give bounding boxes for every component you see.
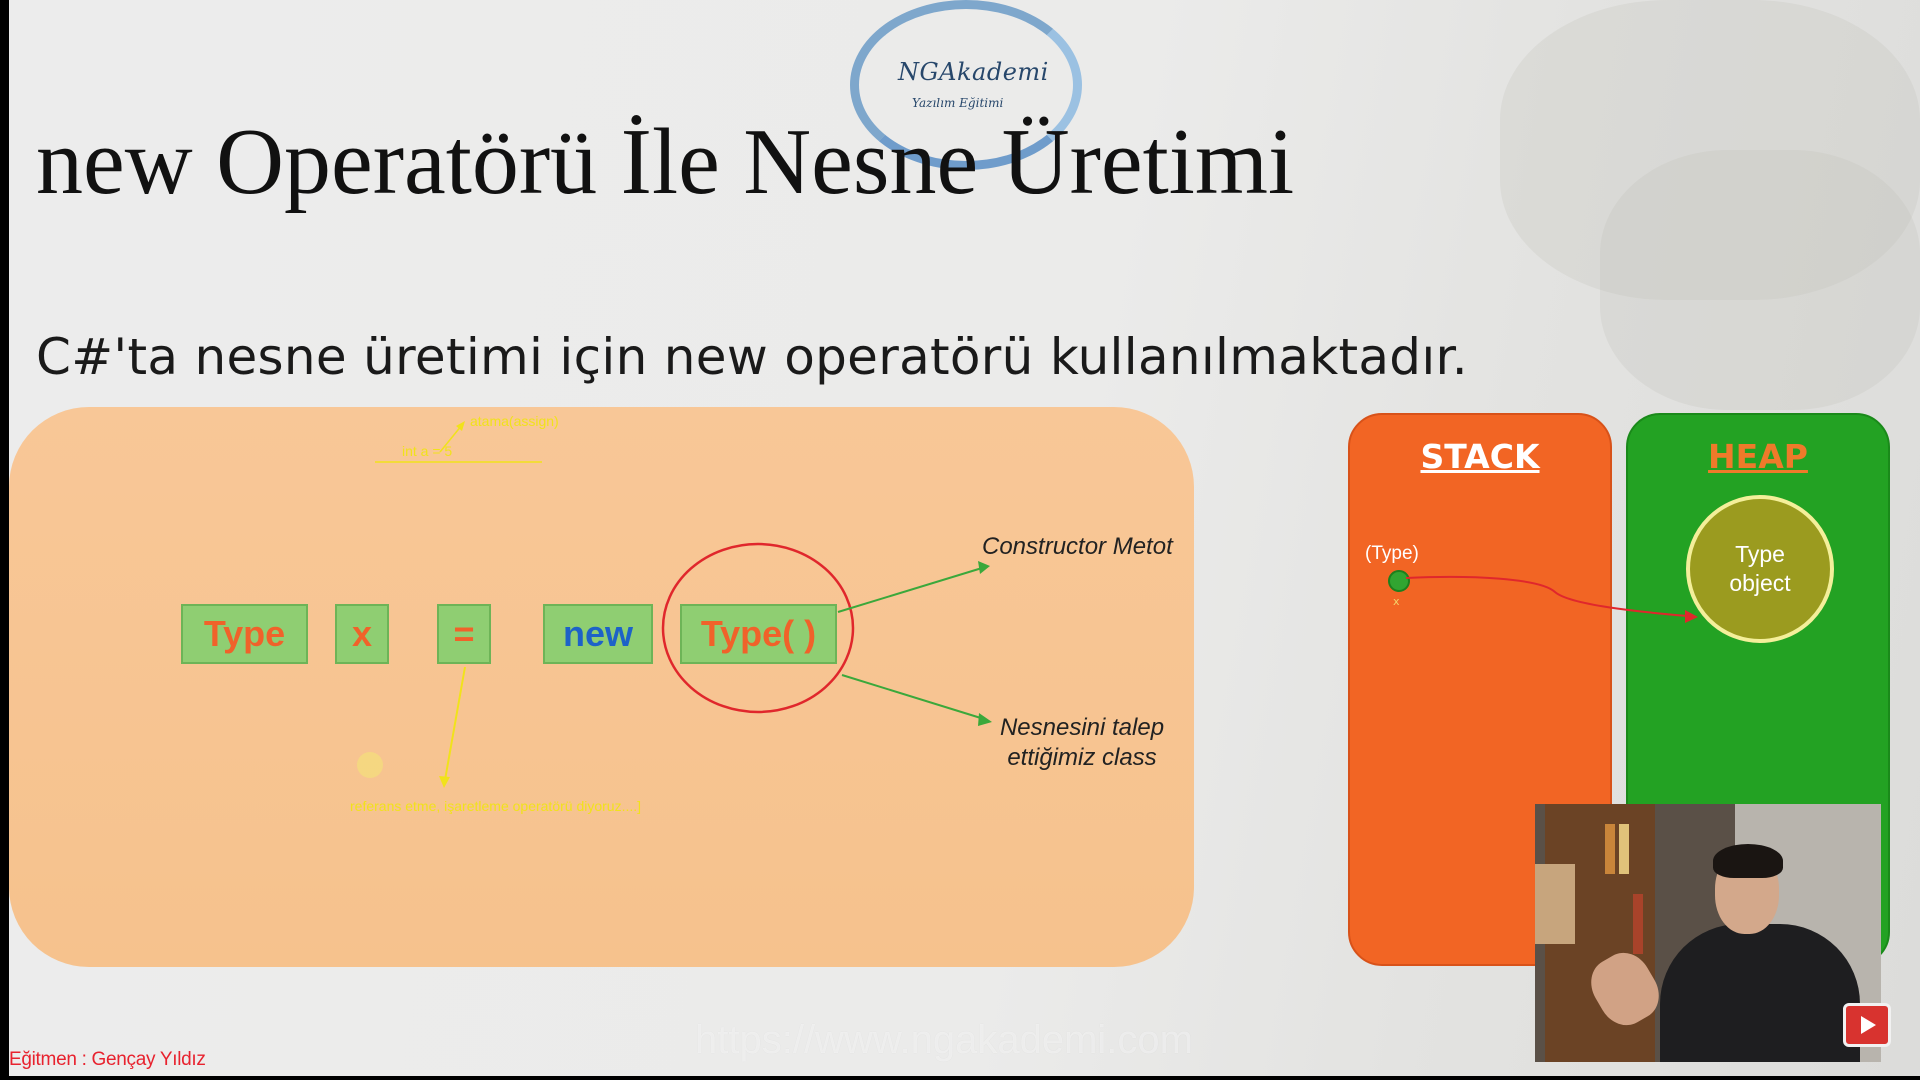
corkboard [1535,864,1575,944]
reference-arrowhead [1685,610,1698,623]
youtube-play-icon[interactable] [1843,1003,1891,1047]
reference-arrow [1405,575,1689,617]
site-watermark: https://www.ngakademi.com [695,1018,1193,1062]
instructor-credit: Eğitmen : Gençay Yıldız [9,1049,206,1070]
bottom-border [0,1076,1920,1080]
instructor-body [1660,924,1860,1062]
instructor-webcam [1535,804,1881,1062]
